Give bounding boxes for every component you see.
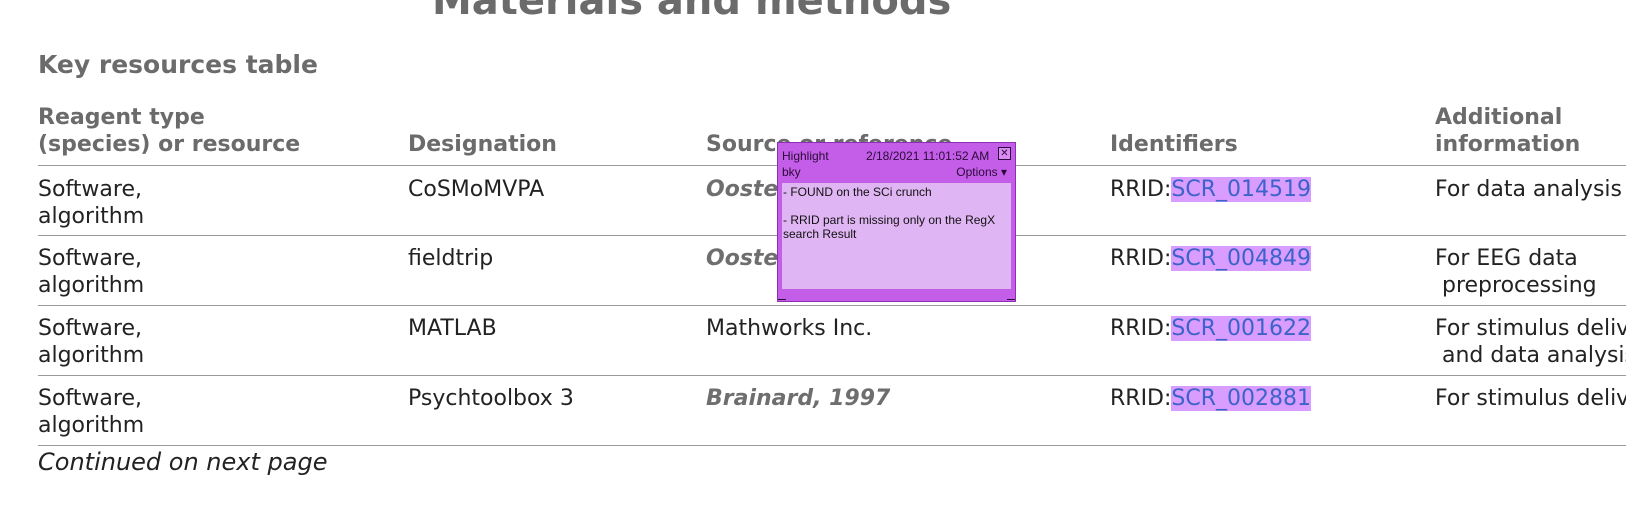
cell-identifier: RRID:SCR_001622 — [1110, 315, 1312, 342]
cell-info-line1: For stimulus delivery — [1435, 316, 1626, 341]
annotation-date: 2/18/2021 11:01:52 AM — [866, 149, 990, 163]
col-header-additional-line1: Additional — [1435, 105, 1563, 130]
cell-type: Software, algorithm — [38, 385, 144, 439]
cell-designation: CoSMoMVPA — [408, 177, 545, 202]
annotation-popup[interactable]: Highlight 2/18/2021 11:01:52 AM ✕ bky Op… — [777, 142, 1016, 302]
resize-grip-right-icon[interactable] — [1007, 291, 1015, 300]
cell-designation: Psychtoolbox 3 — [408, 386, 574, 411]
cell-info-line2: and data analysis — [1435, 343, 1626, 368]
annotation-options-menu[interactable]: Options ▾ — [956, 165, 1007, 179]
rrid-prefix: RRID: — [1110, 386, 1172, 411]
annotation-author: bky — [782, 165, 801, 179]
cell-type-line2: algorithm — [38, 413, 145, 438]
col-header-additional-line2: information — [1435, 132, 1581, 157]
cell-designation: fieldtrip — [408, 246, 494, 271]
row-rule — [38, 375, 1626, 376]
rrid-prefix: RRID: — [1110, 316, 1172, 341]
col-header-identifiers: Identifiers — [1110, 132, 1238, 157]
cell-type-line2: algorithm — [38, 204, 145, 229]
col-header-designation: Designation — [408, 132, 557, 157]
cell-info-line1: For EEG data — [1435, 246, 1578, 271]
annotation-type: Highlight — [782, 149, 829, 163]
rrid-link[interactable]: SCR_002881 — [1171, 386, 1312, 411]
cell-type: Software, algorithm — [38, 176, 144, 230]
cell-type-line2: algorithm — [38, 273, 145, 298]
cell-designation: MATLAB — [408, 316, 497, 341]
col-header-additional: Additional information — [1435, 104, 1580, 158]
cell-type: Software, algorithm — [38, 315, 144, 369]
annotation-text[interactable]: - FOUND on the SCi crunch - RRID part is… — [782, 183, 1011, 289]
cell-identifier: RRID:SCR_004849 — [1110, 245, 1312, 272]
cell-source-link[interactable]: Brainard, 1997 — [706, 385, 890, 412]
cell-info-line1: For data analysis — [1435, 177, 1622, 202]
col-header-reagent-line1: Reagent type — [38, 105, 205, 130]
cell-type-line1: Software, — [38, 177, 142, 202]
section-heading: Materials and methods — [432, 0, 952, 24]
rrid-link[interactable]: SCR_004849 — [1171, 246, 1312, 271]
cell-identifier: RRID:SCR_002881 — [1110, 385, 1312, 412]
continued-note: Continued on next page — [38, 448, 328, 476]
cell-info: For EEG data preprocessing — [1435, 245, 1597, 299]
rrid-prefix: RRID: — [1110, 246, 1172, 271]
cell-source: Mathworks Inc. — [706, 316, 873, 341]
cell-type: Software, algorithm — [38, 245, 144, 299]
annotation-titlebar[interactable]: Highlight 2/18/2021 11:01:52 AM ✕ — [782, 147, 1011, 163]
cell-type-line2: algorithm — [38, 343, 145, 368]
resize-grip-left-icon[interactable] — [778, 291, 786, 300]
close-icon[interactable]: ✕ — [998, 147, 1011, 160]
cell-info-line1: For stimulus delivery — [1435, 386, 1626, 411]
cell-info: For data analysis — [1435, 176, 1622, 203]
table-title: Key resources table — [38, 50, 318, 79]
col-header-reagent: Reagent type (species) or resource — [38, 104, 300, 158]
cell-type-line1: Software, — [38, 246, 142, 271]
cell-identifier: RRID:SCR_014519 — [1110, 176, 1312, 203]
cell-info-line2: preprocessing — [1435, 273, 1597, 298]
row-rule — [38, 445, 1626, 446]
cell-info: For stimulus delivery — [1435, 385, 1626, 412]
row-rule — [38, 305, 1626, 306]
rrid-link[interactable]: SCR_001622 — [1171, 316, 1312, 341]
rrid-prefix: RRID: — [1110, 177, 1172, 202]
col-header-reagent-line2: (species) or resource — [38, 132, 301, 157]
cell-type-line1: Software, — [38, 316, 142, 341]
cell-type-line1: Software, — [38, 386, 142, 411]
cell-info: For stimulus delivery and data analysis — [1435, 315, 1626, 369]
rrid-link[interactable]: SCR_014519 — [1171, 177, 1312, 202]
